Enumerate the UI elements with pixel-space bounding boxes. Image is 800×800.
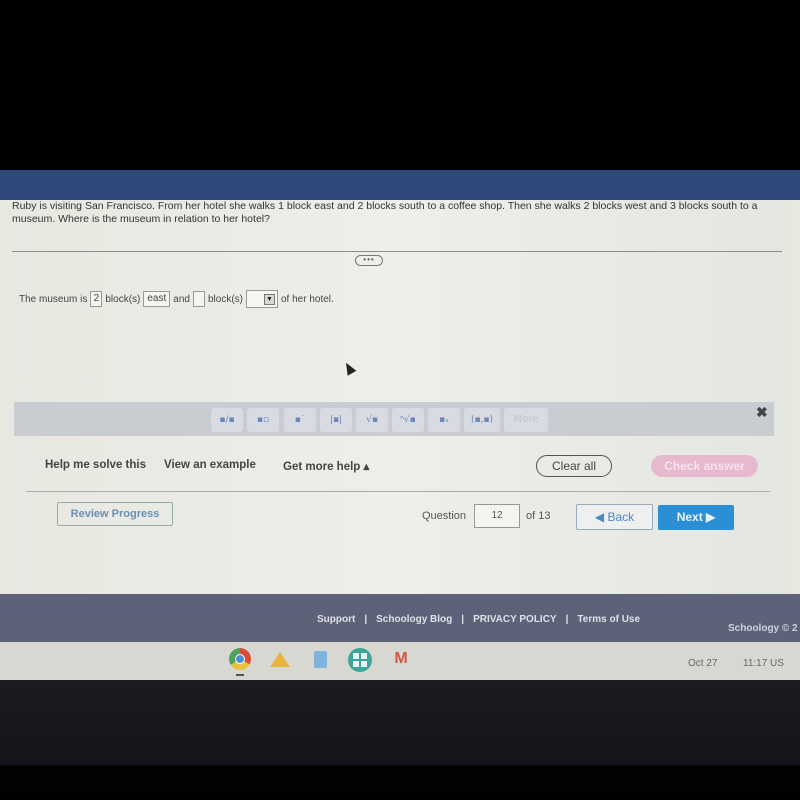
mixed-number-button[interactable]: ▪▫: [247, 408, 279, 432]
support-link[interactable]: Support: [317, 614, 355, 625]
absolute-value-button[interactable]: |▪|: [320, 408, 352, 432]
dropdown-caret-icon[interactable]: ▼: [263, 293, 275, 305]
answer-prefix: The museum is: [19, 293, 88, 305]
header-bar: [0, 170, 800, 200]
divider: [12, 251, 782, 252]
expand-toggle-button[interactable]: •••: [355, 255, 383, 266]
unit-label-2: block(s): [207, 293, 243, 305]
ordered-pair-button[interactable]: (▪,▪): [464, 408, 500, 432]
answer-sentence: The museum is 2 block(s) east and block(…: [19, 290, 334, 308]
direction-2-select[interactable]: ▼: [245, 290, 278, 308]
square-root-button[interactable]: √▪: [356, 408, 388, 432]
question-total: of 13: [526, 510, 551, 522]
google-classroom-icon[interactable]: [348, 648, 372, 672]
privacy-policy-link[interactable]: PRIVACY POLICY: [473, 614, 557, 625]
question-number-input[interactable]: 12: [474, 504, 520, 528]
separator: |: [461, 614, 465, 625]
unit-label-1: block(s): [105, 293, 141, 305]
math-toolbar: ▪/▪ ▪▫ ▪˙ |▪| √▪ ⁿ√▪ ▪ₓ (▪,▪) More ✖: [14, 402, 774, 436]
gmail-icon[interactable]: M: [391, 651, 411, 667]
exponent-button[interactable]: ▪˙: [284, 408, 316, 432]
monitor-bezel: [0, 680, 800, 800]
question-text: Ruby is visiting San Francisco. From her…: [12, 200, 758, 225]
chrome-icon[interactable]: [229, 648, 251, 670]
terms-of-use-link[interactable]: Terms of Use: [577, 614, 640, 625]
blocks-2-input[interactable]: [192, 291, 205, 307]
back-button[interactable]: ◀ Back: [576, 504, 653, 530]
direction-1-field[interactable]: east: [143, 291, 171, 307]
shelf-time[interactable]: 11:17 US: [743, 658, 784, 669]
subscript-button[interactable]: ▪ₓ: [428, 408, 460, 432]
copyright-text: Schoology © 2: [728, 623, 798, 634]
answer-suffix: of her hotel.: [280, 293, 334, 305]
review-progress-button[interactable]: Review Progress: [57, 502, 173, 526]
screen: Ruby is visiting San Francisco. From her…: [0, 170, 800, 680]
mouse-cursor-icon: [341, 360, 357, 376]
nth-root-button[interactable]: ⁿ√▪: [392, 408, 424, 432]
conjunction-label: and: [173, 293, 190, 305]
next-button[interactable]: Next ▶: [658, 505, 734, 530]
active-app-indicator: [236, 674, 244, 676]
shelf-date[interactable]: Oct 27: [688, 658, 717, 669]
help-me-solve-link[interactable]: Help me solve this: [45, 459, 146, 471]
check-answer-button[interactable]: Check answer: [651, 455, 758, 477]
blocks-east-input[interactable]: 2: [90, 291, 103, 307]
google-docs-icon[interactable]: [314, 651, 327, 668]
os-shelf: M Oct 27 11:17 US: [0, 642, 800, 680]
fraction-button[interactable]: ▪/▪: [211, 408, 243, 432]
more-button[interactable]: More: [504, 408, 548, 432]
separator: |: [565, 614, 569, 625]
footer-links: Support | Schoology Blog | PRIVACY POLICY | Te…: [317, 614, 640, 625]
clear-all-button[interactable]: Clear all: [536, 455, 612, 477]
schoology-blog-link[interactable]: Schoology Blog: [376, 614, 452, 625]
divider: [26, 491, 770, 492]
question-label: Question: [422, 510, 467, 522]
google-drive-icon[interactable]: [270, 652, 290, 667]
question-panel: Ruby is visiting San Francisco. From her…: [0, 200, 790, 594]
close-toolbar-icon[interactable]: ✖: [756, 404, 768, 421]
view-example-link[interactable]: View an example: [164, 459, 256, 471]
get-more-help-link[interactable]: Get more help ▴: [283, 459, 369, 473]
site-footer: Support | Schoology Blog | PRIVACY POLICY | Te…: [0, 594, 800, 644]
separator: |: [364, 614, 368, 625]
